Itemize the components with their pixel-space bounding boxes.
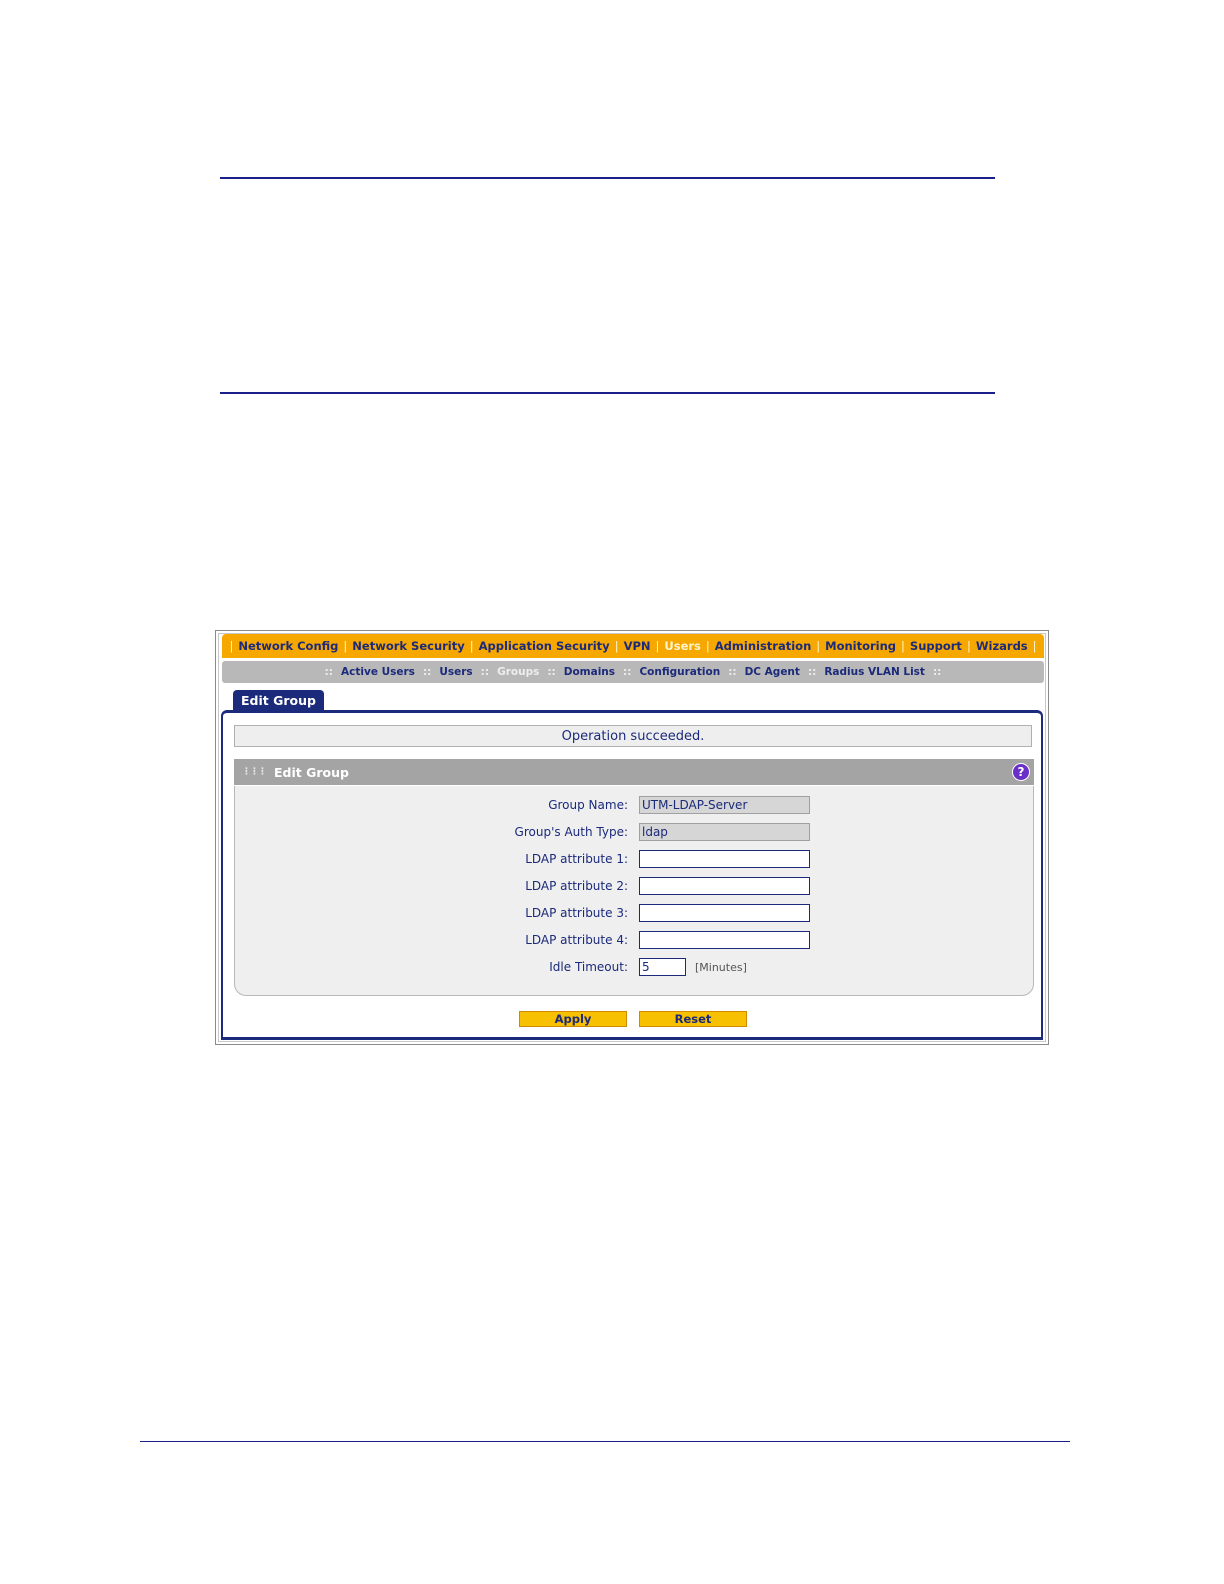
sub-nav-separator: :: xyxy=(728,666,737,678)
ldap-attribute-4-label: LDAP attribute 4: xyxy=(525,933,628,947)
question-icon[interactable]: ? xyxy=(1012,763,1030,781)
ldap-attribute-2-label: LDAP attribute 2: xyxy=(525,879,628,893)
top-nav-separator: | xyxy=(229,639,234,653)
top-nav-separator: | xyxy=(343,639,348,653)
ldap-attribute-3-row: LDAP attribute 3: xyxy=(235,904,1033,924)
sub-nav-separator: :: xyxy=(480,666,490,678)
second-divider-rule xyxy=(220,392,995,394)
ldap-attribute-2-row: LDAP attribute 2: xyxy=(235,877,1033,897)
ldap-attribute-4-row: LDAP attribute 4: xyxy=(235,931,1033,951)
edit-group-panel: Operation succeeded. ⋮⋮⋮ Edit Group ? Gr… xyxy=(221,710,1043,1040)
footer-divider-rule xyxy=(140,1441,1070,1442)
group-name-row: Group Name: xyxy=(235,796,1033,816)
sub-navigation: :: Active Users:: Users:: Groups:: Domains::… xyxy=(222,661,1044,683)
auth-type-row: Group's Auth Type: xyxy=(235,823,1033,843)
idle-timeout-unit: [Minutes] xyxy=(695,961,747,974)
group-name-field[interactable] xyxy=(639,796,810,814)
top-nav-item-application-security[interactable]: Application Security xyxy=(479,639,610,653)
sub-nav-separator: :: xyxy=(932,666,942,678)
sub-nav-separator: :: xyxy=(422,666,432,678)
top-nav-item-administration[interactable]: Administration xyxy=(715,639,812,653)
sub-nav-item-radius-vlan-list[interactable]: Radius VLAN List xyxy=(824,666,925,678)
top-nav-separator: | xyxy=(614,639,619,653)
grip-icon: ⋮⋮⋮ xyxy=(242,767,267,777)
ldap-attribute-1-label: LDAP attribute 1: xyxy=(525,852,628,866)
sub-nav-separator: :: xyxy=(623,666,632,678)
ldap-attribute-3-field[interactable] xyxy=(639,904,810,922)
sub-nav-item-active-users[interactable]: Active Users xyxy=(341,666,415,678)
top-nav-item-users[interactable]: Users xyxy=(664,639,701,653)
reset-button[interactable]: Reset xyxy=(639,1011,747,1027)
ldap-attribute-4-field[interactable] xyxy=(639,931,810,949)
auth-type-field[interactable] xyxy=(639,823,810,841)
section-title: Edit Group xyxy=(274,764,349,780)
edit-group-form: Group Name: Group's Auth Type: LDAP attr… xyxy=(234,786,1034,996)
sub-nav-separator: :: xyxy=(324,666,334,678)
ldap-attribute-3-label: LDAP attribute 3: xyxy=(525,906,628,920)
sub-nav-separator: :: xyxy=(807,666,817,678)
top-nav-item-vpn[interactable]: VPN xyxy=(624,639,651,653)
sub-nav-item-dc-agent[interactable]: DC Agent xyxy=(745,666,800,678)
top-nav-item-wizards[interactable]: Wizards xyxy=(976,639,1028,653)
top-nav-item-network-security[interactable]: Network Security xyxy=(352,639,464,653)
sub-nav-item-domains[interactable]: Domains xyxy=(564,666,615,678)
top-nav-item-support[interactable]: Support xyxy=(910,639,962,653)
auth-type-label: Group's Auth Type: xyxy=(514,825,628,839)
sub-nav-separator: :: xyxy=(547,666,556,678)
ldap-attribute-1-field[interactable] xyxy=(639,850,810,868)
sub-nav-item-groups[interactable]: Groups xyxy=(497,666,539,678)
top-nav-separator: | xyxy=(816,639,821,653)
idle-timeout-row: Idle Timeout: [Minutes] xyxy=(235,958,1033,978)
top-nav-separator: | xyxy=(1032,639,1037,653)
main-navigation: | Network Config | Network Security | Applica… xyxy=(222,634,1044,658)
utm-screenshot: | Network Config | Network Security | Applica… xyxy=(215,630,1049,1045)
tab-edit-group[interactable]: Edit Group xyxy=(233,690,324,711)
status-message: Operation succeeded. xyxy=(234,725,1032,747)
idle-timeout-label: Idle Timeout: xyxy=(549,960,628,974)
top-nav-separator: | xyxy=(966,639,971,653)
top-nav-separator: | xyxy=(469,639,474,653)
top-nav-separator: | xyxy=(655,639,660,653)
top-nav-separator: | xyxy=(901,639,905,653)
group-name-label: Group Name: xyxy=(548,798,628,812)
apply-button[interactable]: Apply xyxy=(519,1011,627,1027)
ldap-attribute-2-field[interactable] xyxy=(639,877,810,895)
section-header: ⋮⋮⋮ Edit Group ? xyxy=(234,759,1034,785)
top-nav-item-network-config[interactable]: Network Config xyxy=(238,639,338,653)
ldap-attribute-1-row: LDAP attribute 1: xyxy=(235,850,1033,870)
sub-nav-item-configuration[interactable]: Configuration xyxy=(639,666,720,678)
sub-nav-item-users[interactable]: Users xyxy=(439,666,472,678)
top-nav-item-monitoring[interactable]: Monitoring xyxy=(825,639,896,653)
idle-timeout-field[interactable] xyxy=(639,958,686,976)
top-divider-rule xyxy=(220,177,995,179)
top-nav-separator: | xyxy=(705,639,710,653)
